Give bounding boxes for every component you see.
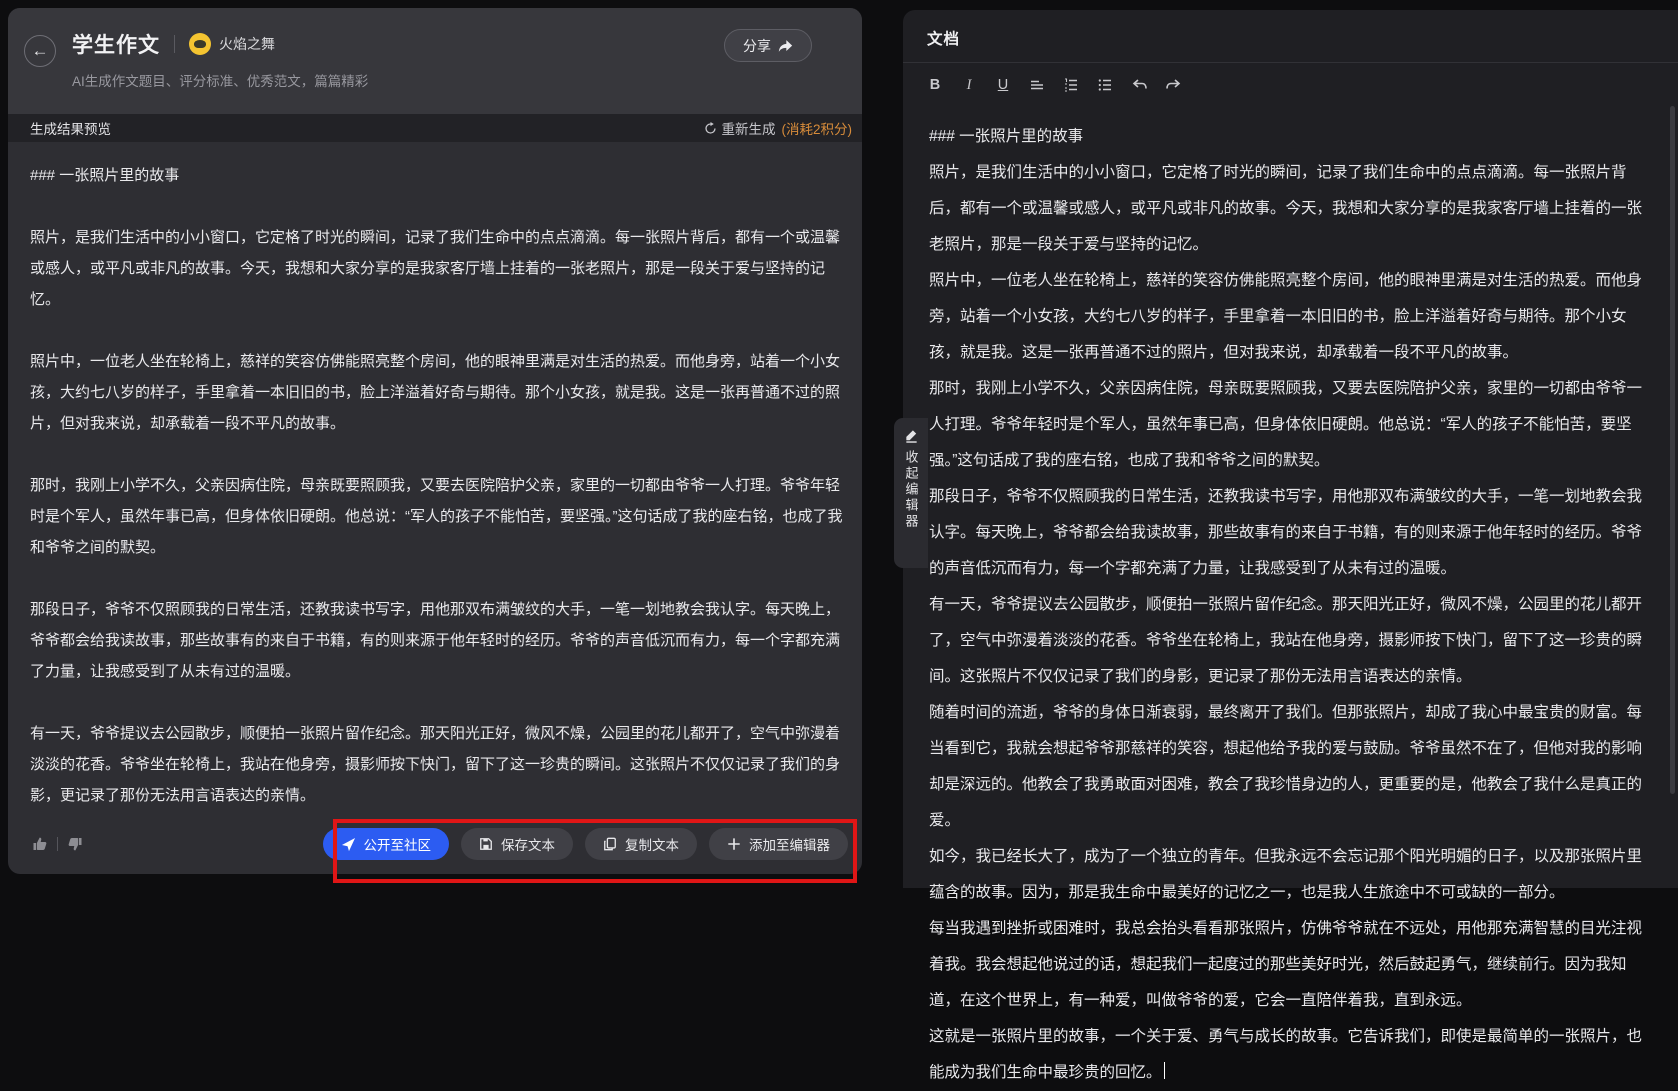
page-subtitle: AI生成作文题目、评分标准、优秀范文，篇篇精彩: [72, 70, 862, 90]
essay-paragraph: 有一天，爷爷提议去公园散步，顺便拍一张照片留作纪念。那天阳光正好，微风不燥，公园…: [30, 718, 846, 811]
doc-paragraph: 如今，我已经长大了，成为了一个独立的青年。但我永远不会忘记那个阳光明媚的日子，以…: [929, 839, 1652, 911]
doc-paragraph: 有一天，爷爷提议去公园散步，顺便拍一张照片留作纪念。那天阳光正好，微风不燥，公园…: [929, 587, 1652, 695]
doc-paragraph: 照片中，一位老人坐在轮椅上，慈祥的笑容仿佛能照亮整个房间，他的眼神里满是对生活的…: [929, 263, 1652, 371]
editor-toolbar: B I U: [903, 63, 1678, 107]
generation-panel: ← 学生作文 火焰之舞 AI生成作文题目、评分标准、优秀范文，篇篇精彩 分享 生…: [8, 8, 862, 874]
essay-paragraph: 那时，我刚上小学不久，父亲因病住院，母亲既要照顾我，又要去医院陪护父亲，家里的一…: [30, 470, 846, 563]
underline-icon[interactable]: U: [989, 72, 1017, 98]
result-footer: 公开至社区 保存文本 复制文本 添加至编辑器: [8, 822, 862, 874]
generation-panel-header: ← 学生作文 火焰之舞 AI生成作文题目、评分标准、优秀范文，篇篇精彩 分享: [8, 8, 862, 114]
redo-icon[interactable]: [1159, 72, 1187, 98]
text-cursor: [1164, 1062, 1166, 1079]
undo-icon[interactable]: [1125, 72, 1153, 98]
publish-button-label: 公开至社区: [364, 834, 432, 854]
page-title: 学生作文: [72, 29, 160, 59]
title-divider: [174, 35, 175, 53]
preview-bar: 生成结果预览 重新生成 (消耗2积分): [8, 114, 862, 142]
essay-paragraph: 那段日子，爷爷不仅照顾我的日常生活，还教我读书写字，用他那双布满皱纹的大手，一笔…: [30, 594, 846, 687]
essay-title-line: ### 一张照片里的故事: [30, 160, 846, 191]
save-text-button[interactable]: 保存文本: [461, 828, 573, 860]
thumbs-divider: [57, 837, 58, 851]
save-button-label: 保存文本: [501, 834, 555, 854]
regenerate-button[interactable]: 重新生成: [704, 118, 776, 138]
share-button[interactable]: 分享: [724, 29, 812, 62]
add-to-editor-label: 添加至编辑器: [749, 834, 830, 854]
save-icon: [479, 837, 493, 851]
regenerate-cost: (消耗2积分): [782, 118, 853, 138]
pencil-icon: [904, 428, 919, 443]
doc-last-paragraph: 这就是一张照片里的故事，一个关于爱、勇气与成长的故事。它告诉我们，即使是最简单的…: [929, 1019, 1652, 1091]
back-button[interactable]: ←: [24, 35, 56, 67]
back-arrow-icon: ←: [32, 41, 49, 61]
doc-paragraph: 那时，我刚上小学不久，父亲因病住院，母亲既要照顾我，又要去医院陪护父亲，家里的一…: [929, 371, 1652, 479]
doc-paragraph: 每当我遇到挫折或困难时，我总会抬头看看那张照片，仿佛爷爷就在不远处，用他那充满智…: [929, 911, 1652, 1019]
italic-icon[interactable]: I: [955, 72, 983, 98]
editor-scrollbar[interactable]: [1670, 106, 1675, 794]
collapse-editor-label: 收起编辑器: [902, 450, 921, 530]
copy-text-button[interactable]: 复制文本: [585, 828, 697, 860]
document-title: 文档: [927, 31, 960, 48]
document-editor[interactable]: ### 一张照片里的故事 照片，是我们生活中的小小窗口，它定格了时光的瞬间，记录…: [903, 107, 1678, 1091]
share-icon: [778, 39, 793, 53]
share-button-label: 分享: [743, 36, 771, 56]
copy-button-label: 复制文本: [625, 834, 679, 854]
plus-icon: [727, 837, 741, 851]
preview-label: 生成结果预览: [30, 118, 111, 138]
document-header: 文档: [903, 10, 1678, 62]
copy-icon: [603, 837, 617, 851]
regenerate-label: 重新生成: [722, 118, 776, 138]
bold-icon[interactable]: B: [921, 72, 949, 98]
bullet-list-icon[interactable]: [1091, 72, 1119, 98]
align-left-icon[interactable]: [1023, 72, 1051, 98]
thumbs-down-icon[interactable]: [67, 836, 83, 852]
essay-paragraph: 照片中，一位老人坐在轮椅上，慈祥的笑容仿佛能照亮整个房间，他的眼神里满是对生活的…: [30, 346, 846, 439]
agent-avatar: [189, 33, 211, 55]
doc-paragraph: 照片，是我们生活中的小小窗口，它定格了时光的瞬间，记录了我们生命中的点点滴滴。每…: [929, 155, 1652, 263]
ordered-list-icon[interactable]: [1057, 72, 1085, 98]
add-to-editor-button[interactable]: 添加至编辑器: [709, 828, 848, 860]
generated-essay: ### 一张照片里的故事 照片，是我们生活中的小小窗口，它定格了时光的瞬间，记录…: [8, 142, 862, 822]
doc-paragraph-text: 这就是一张照片里的故事，一个关于爱、勇气与成长的故事。它告诉我们，即使是最简单的…: [929, 1028, 1642, 1081]
collapse-editor-tab[interactable]: 收起编辑器: [894, 418, 928, 568]
doc-paragraph: 那段日子，爷爷不仅照顾我的日常生活，还教我读书写字，用他那双布满皱纹的大手，一笔…: [929, 479, 1652, 587]
refresh-icon: [704, 122, 717, 135]
publish-to-community-button[interactable]: 公开至社区: [323, 828, 450, 860]
thumbs-up-icon[interactable]: [32, 836, 48, 852]
doc-paragraph: 随着时间的流逝，爷爷的身体日渐衰弱，最终离开了我们。但那张照片，却成了我心中最宝…: [929, 695, 1652, 839]
essay-paragraph: 照片，是我们生活中的小小窗口，它定格了时光的瞬间，记录了我们生命中的点点滴滴。每…: [30, 222, 846, 315]
editor-panel: 收起编辑器 文档 B I U ### 一张照片里的故事 照片，是我们生活中的小小…: [903, 10, 1678, 888]
doc-title-line: ### 一张照片里的故事: [929, 119, 1652, 155]
send-icon: [341, 837, 356, 852]
agent-name: 火焰之舞: [219, 34, 275, 54]
